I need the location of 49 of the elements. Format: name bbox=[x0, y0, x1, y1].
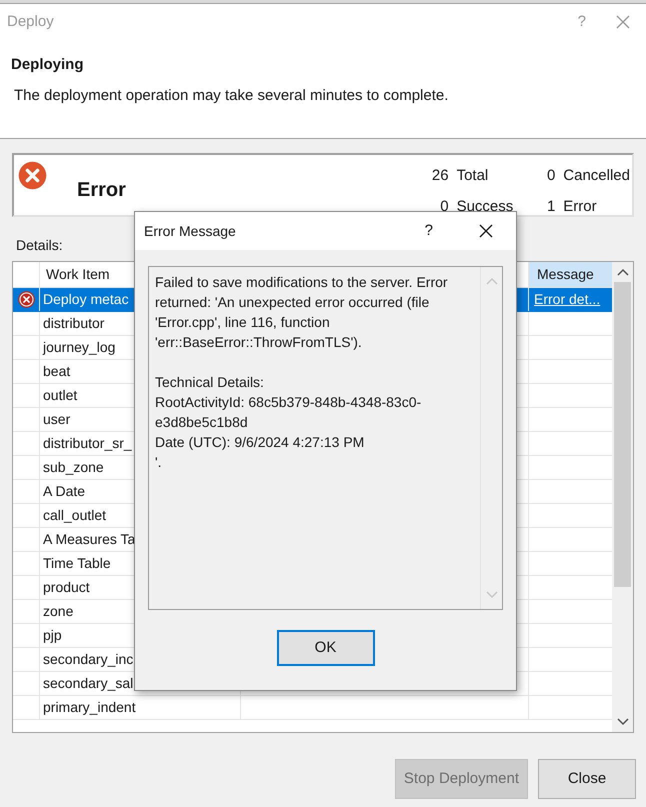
stat-label: Cancelled bbox=[563, 166, 630, 186]
work-item-cell-text: distributor bbox=[43, 314, 104, 333]
work-item-cell-text: pjp bbox=[43, 626, 62, 645]
status-title: Error bbox=[77, 178, 126, 203]
work-item-cell-text: distributor_sr_ bbox=[43, 434, 132, 453]
header-title: Deploying bbox=[11, 55, 85, 75]
stat-label: Error bbox=[563, 196, 597, 216]
work-item-cell-text: zone bbox=[43, 602, 74, 621]
message-text: Technical Details: bbox=[155, 373, 265, 392]
dialog-title: Error Message bbox=[144, 222, 236, 241]
message-text: '. bbox=[155, 453, 163, 472]
stat-value: 26 bbox=[430, 166, 449, 186]
stat-value: 1 bbox=[546, 196, 556, 216]
close-icon[interactable] bbox=[479, 224, 493, 238]
work-item-cell-text: A Date bbox=[43, 482, 86, 501]
scroll-down-icon[interactable] bbox=[616, 718, 628, 726]
work-item-cell-text: A Measures Ta bbox=[43, 530, 136, 549]
stat-value: 0 bbox=[546, 166, 556, 186]
header-description: The deployment operation may take several minutes to complete. bbox=[14, 86, 450, 106]
stat-label: Success bbox=[456, 196, 514, 216]
work-item-cell-text: beat bbox=[43, 362, 70, 381]
message-text: RootActivityId: 68c5b379-848b-4348-83c0-e3d8be5c1b8d bbox=[155, 393, 422, 432]
work-item-cell-text: product bbox=[43, 578, 90, 597]
scrollbar[interactable] bbox=[612, 262, 633, 732]
work-item-cell-text: Deploy metac bbox=[43, 290, 129, 309]
work-item-cell-text: journey_log bbox=[43, 338, 116, 357]
error-icon bbox=[18, 161, 47, 190]
table-row[interactable]: primary_indent bbox=[13, 696, 612, 720]
message-text: Date (UTC): 9/6/2024 4:27:13 PM bbox=[155, 433, 366, 452]
work-item-cell-text: user bbox=[43, 410, 70, 429]
ok-button[interactable]: OK bbox=[276, 630, 374, 666]
message-text: Failed to save modifications to the server. Error returned: 'An unexpected error occurred (file 'Error.cpp', line 116, function 'err::BaseError::ThrowFromTLS'). bbox=[155, 273, 449, 352]
work-item-cell-text: primary_indent bbox=[43, 698, 136, 717]
work-item-cell-text: outlet bbox=[43, 386, 78, 405]
scrollbar-thumb[interactable] bbox=[614, 282, 631, 587]
column-header[interactable]: Message bbox=[529, 262, 612, 287]
work-item-cell-text: secondary_inc bbox=[43, 650, 134, 669]
details-label: Details: bbox=[16, 236, 64, 255]
close-button[interactable]: Close bbox=[538, 759, 636, 799]
work-item-cell-text: Time Table bbox=[43, 554, 111, 573]
window-title: Deploy bbox=[7, 12, 54, 32]
scroll-up-icon[interactable] bbox=[616, 268, 628, 276]
stat-value: 0 bbox=[439, 196, 449, 216]
work-item-cell-text: call_outlet bbox=[43, 506, 106, 525]
work-item-cell-text: sub_zone bbox=[43, 458, 104, 477]
error-details-link[interactable]: Error det... bbox=[534, 289, 600, 310]
work-item-cell-text: secondary_sal bbox=[43, 674, 134, 693]
help-button[interactable]: ? bbox=[424, 220, 433, 242]
stat-label: Total bbox=[456, 166, 488, 186]
